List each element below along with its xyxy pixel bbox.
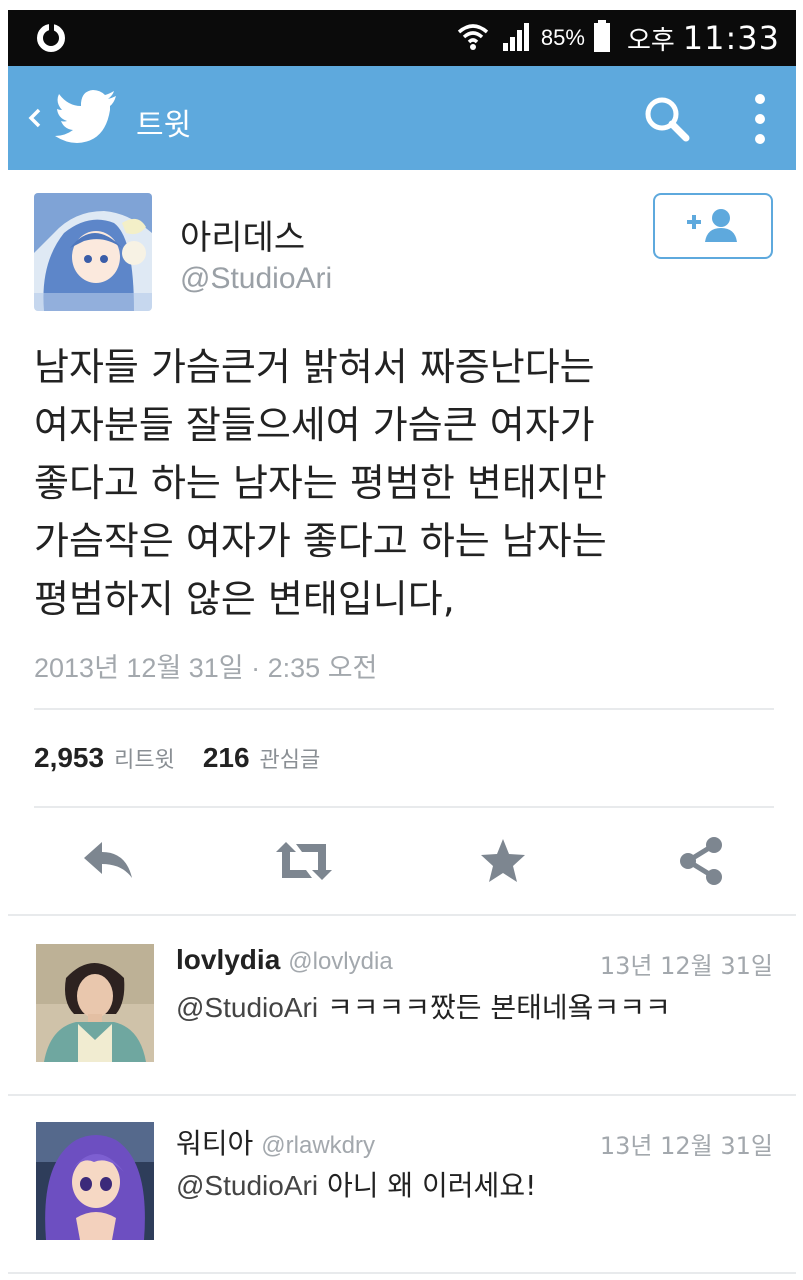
reply-author-name[interactable]: 워티아 — [176, 1128, 253, 1159]
divider — [34, 806, 774, 808]
back-icon[interactable] — [22, 98, 48, 138]
status-ampm: 오후 — [626, 25, 675, 56]
reply-author-handle[interactable]: @lovlydia — [288, 948, 392, 975]
search-icon[interactable] — [640, 92, 694, 150]
tweet-stats: 2,953 리트윗 216 관심글 — [34, 742, 348, 774]
tweet-line: 여자분들 잘들으세여 가슴큰 여자가 — [34, 403, 595, 447]
status-time: 11:33 — [682, 19, 780, 57]
reply-text: ㅋㅋㅋㅋ짰든 본태네욬ㅋㅋㅋ — [326, 991, 671, 1024]
more-icon[interactable] — [752, 92, 768, 146]
reply-date: 13년 12월 31일 — [599, 952, 773, 980]
tweet-timestamp: 2013년 12월 31일 · 2:35 오전 — [34, 653, 378, 683]
reply-author-handle[interactable]: @rlawkdry — [261, 1132, 375, 1159]
share-icon[interactable] — [676, 836, 726, 890]
divider — [34, 708, 774, 710]
battery-icon — [593, 19, 611, 57]
tweet-text: 남자들 가슴큰거 밝혀서 짜증난다는 여자분들 잘들으세여 가슴큰 여자가 좋다… — [34, 338, 774, 628]
battery-percent: 85% — [540, 25, 585, 50]
author-handle[interactable]: @StudioAri — [180, 262, 332, 296]
list-item[interactable]: lovlydia @lovlydia 13년 12월 31일 @StudioAri… — [0, 914, 803, 1094]
avatar[interactable] — [36, 1122, 154, 1240]
add-user-icon — [681, 204, 745, 248]
tweet-line: 평범하지 않은 변태입니다, — [34, 577, 455, 621]
tweet-line: 가슴작은 여자가 좋다고 하는 남자는 — [34, 519, 607, 563]
tweet-line: 좋다고 하는 남자는 평범한 변태지만 — [34, 461, 607, 505]
follow-button[interactable] — [653, 193, 773, 259]
retweet-count[interactable]: 2,953 — [34, 742, 104, 774]
favorite-label[interactable]: 관심글 — [260, 742, 321, 774]
reply-date: 13년 12월 31일 — [599, 1132, 773, 1160]
author-name[interactable]: 아리데스 — [180, 210, 305, 259]
divider — [8, 1272, 796, 1274]
avatar[interactable] — [36, 944, 154, 1062]
favorite-icon[interactable] — [478, 836, 528, 890]
page-title: 트윗 — [136, 108, 192, 143]
wifi-icon — [455, 18, 491, 58]
favorite-count[interactable]: 216 — [203, 742, 250, 774]
carrier-icon — [34, 20, 68, 60]
signal-icon — [499, 19, 533, 57]
reply-mention[interactable]: @StudioAri — [176, 992, 318, 1023]
reply-icon[interactable] — [80, 836, 136, 890]
reply-author-name[interactable]: lovlydia — [176, 944, 280, 975]
status-bar: 85% 오후 11:33 — [8, 10, 796, 66]
author-avatar[interactable] — [34, 193, 152, 311]
retweet-icon[interactable] — [272, 836, 336, 890]
list-item[interactable]: 워티아 @rlawkdry 13년 12월 31일 @StudioAri 아니 왜… — [0, 1094, 803, 1274]
reply-mention[interactable]: @StudioAri — [176, 1170, 318, 1201]
tweet-line: 남자들 가슴큰거 밝혀서 짜증난다는 — [34, 345, 595, 389]
app-bar: 트윗 — [8, 66, 796, 170]
twitter-bird-icon[interactable] — [54, 88, 120, 150]
reply-text: 아니 왜 이러세요! — [326, 1169, 537, 1202]
retweet-label[interactable]: 리트윗 — [114, 742, 175, 774]
